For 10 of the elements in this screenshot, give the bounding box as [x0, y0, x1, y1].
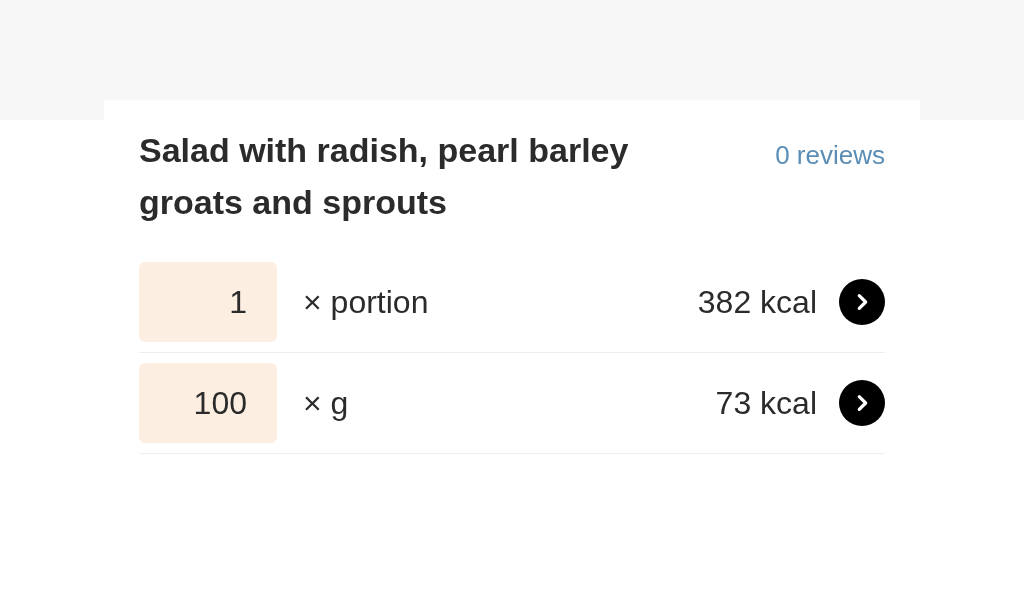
unit-label: × portion: [303, 283, 430, 322]
recipe-title: Salad with radish, pearl barley groats and sprouts: [139, 130, 630, 223]
unit-label: × g: [303, 384, 350, 423]
amount-field[interactable]: 100: [139, 363, 277, 443]
energy-value: 73 kcal: [715, 384, 817, 423]
energy-value: 382 kcal: [697, 283, 817, 322]
chevron-right-icon[interactable]: [839, 380, 885, 426]
reviews-link[interactable]: 0 reviews: [775, 136, 885, 175]
amount-field[interactable]: 1: [139, 262, 277, 342]
chevron-right-icon[interactable]: [839, 279, 885, 325]
